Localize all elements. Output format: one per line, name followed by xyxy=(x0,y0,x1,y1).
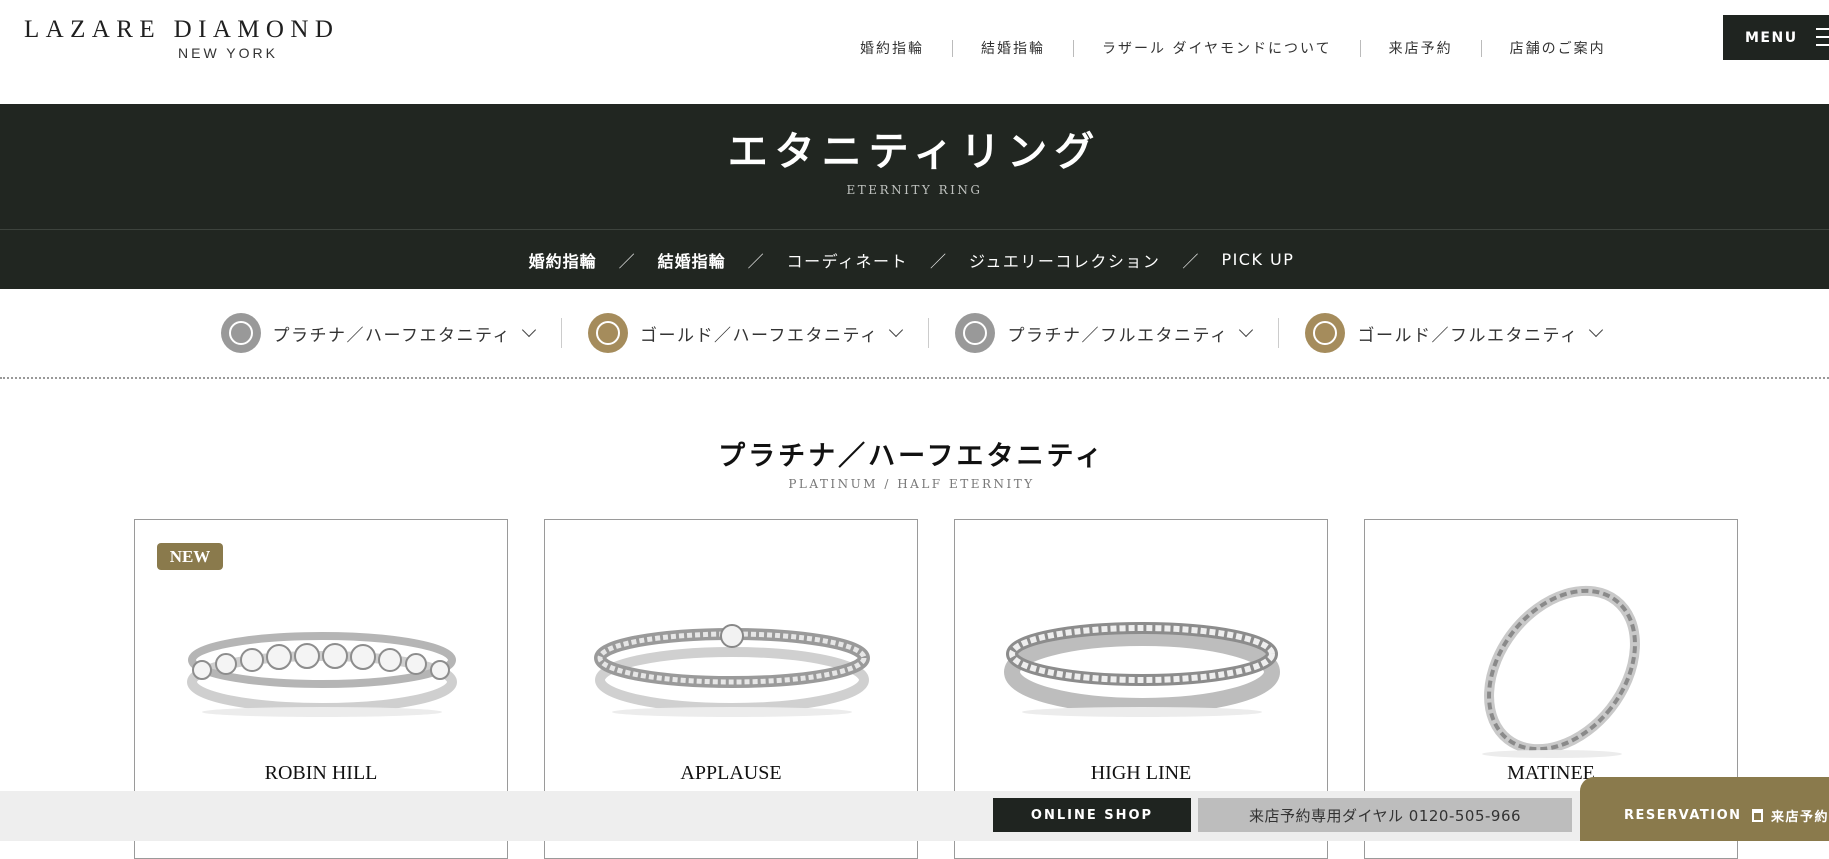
nav-store-guide[interactable]: 店舗のご案内 xyxy=(1482,38,1634,58)
subnav-engagement[interactable]: 婚約指輪 xyxy=(529,248,597,272)
subnav-separator: ／ xyxy=(930,251,948,271)
platinum-ring-icon xyxy=(220,313,261,353)
filter-label: プラチナ／ハーフエタニティ xyxy=(272,325,512,346)
subnav-separator: ／ xyxy=(1182,251,1200,271)
chevron-down-icon xyxy=(523,327,535,339)
filter-platinum-full[interactable]: プラチナ／フルエタニティ xyxy=(929,313,1278,353)
ring-image xyxy=(1004,622,1280,717)
reservation-label-en: RESERVATION xyxy=(1624,807,1742,823)
section-title: プラチナ／ハーフエタニティ xyxy=(718,441,1105,472)
ring-image xyxy=(594,624,870,717)
product-name: ROBIN HILL xyxy=(264,762,378,784)
filter-gold-full[interactable]: ゴールド／フルエタニティ xyxy=(1279,313,1628,353)
subnav-coordinate[interactable]: コーディネート xyxy=(787,248,908,272)
logo-wordmark: LAZARE DIAMOND xyxy=(24,16,340,43)
platinum-ring-icon xyxy=(955,313,996,353)
filter-gold-half[interactable]: ゴールド／ハーフエタニティ xyxy=(562,313,928,353)
material-filter-bar: プラチナ／ハーフエタニティ ゴールド／ハーフエタニティ プラチナ／フルエタニティ… xyxy=(0,289,1829,379)
online-shop-button[interactable]: ONLINE SHOP xyxy=(993,798,1191,832)
subnav-wedding[interactable]: 結婚指輪 xyxy=(658,248,726,272)
page-subtitle: ETERNITY RING xyxy=(846,183,983,197)
chevron-down-icon xyxy=(1240,327,1252,339)
section-heading: プラチナ／ハーフエタニティ PLATINUM / HALF ETERNITY xyxy=(0,434,1829,491)
subnav-separator: ／ xyxy=(618,251,636,271)
product-name: APPLAUSE xyxy=(680,762,782,784)
filter-platinum-half[interactable]: プラチナ／ハーフエタニティ xyxy=(195,313,561,353)
site-header: LAZARE DIAMOND NEW YORK 婚約指輪 結婚指輪 ラザール ダ… xyxy=(0,0,1829,104)
chevron-down-icon xyxy=(1590,327,1602,339)
logo-subtitle: NEW YORK xyxy=(178,45,278,61)
nav-engagement-rings[interactable]: 婚約指輪 xyxy=(832,38,952,58)
menu-label: MENU xyxy=(1745,29,1798,46)
reservation-label-jp: 来店予約 xyxy=(1770,809,1829,825)
ring-image xyxy=(187,632,457,717)
chevron-down-icon xyxy=(890,327,902,339)
filter-label: ゴールド／フルエタニティ xyxy=(1357,325,1579,346)
filter-label: プラチナ／フルエタニティ xyxy=(1007,325,1229,346)
brand-logo[interactable]: LAZARE DIAMOND NEW YORK xyxy=(24,16,339,61)
reservation-button[interactable]: RESERVATION 来店予約 xyxy=(1580,777,1829,841)
new-badge: NEW xyxy=(157,543,223,570)
page-hero: エタニティリング ETERNITY RING xyxy=(0,104,1829,230)
nav-wedding-rings[interactable]: 結婚指輪 xyxy=(953,38,1073,58)
nav-reservation[interactable]: 来店予約 xyxy=(1361,38,1481,58)
global-nav: 婚約指輪 結婚指輪 ラザール ダイヤモンドについて 来店予約 店舗のご案内 xyxy=(832,38,1634,58)
section-subtitle: PLATINUM / HALF ETERNITY xyxy=(788,477,1035,491)
gold-ring-icon xyxy=(1305,313,1346,353)
hamburger-icon xyxy=(1816,28,1829,46)
subnav-pickup[interactable]: PICK UP xyxy=(1221,250,1294,269)
reservation-tel-button[interactable]: 来店予約専用ダイヤル 0120-505-966 xyxy=(1198,798,1572,832)
nav-about[interactable]: ラザール ダイヤモンドについて xyxy=(1074,38,1360,58)
product-name: HIGH LINE xyxy=(1090,762,1192,784)
category-nav: 婚約指輪 ／ 結婚指輪 ／ コーディネート ／ ジュエリーコレクション ／ PI… xyxy=(0,230,1829,289)
page-title: エタニティリング xyxy=(727,128,1102,175)
subnav-separator: ／ xyxy=(747,251,765,271)
store-icon xyxy=(1751,808,1763,822)
gold-ring-icon xyxy=(588,313,629,353)
subnav-jewelry[interactable]: ジュエリーコレクション xyxy=(969,248,1160,272)
ring-image xyxy=(1482,585,1640,758)
filter-label: ゴールド／ハーフエタニティ xyxy=(640,325,879,346)
menu-button[interactable]: MENU xyxy=(1723,15,1829,60)
